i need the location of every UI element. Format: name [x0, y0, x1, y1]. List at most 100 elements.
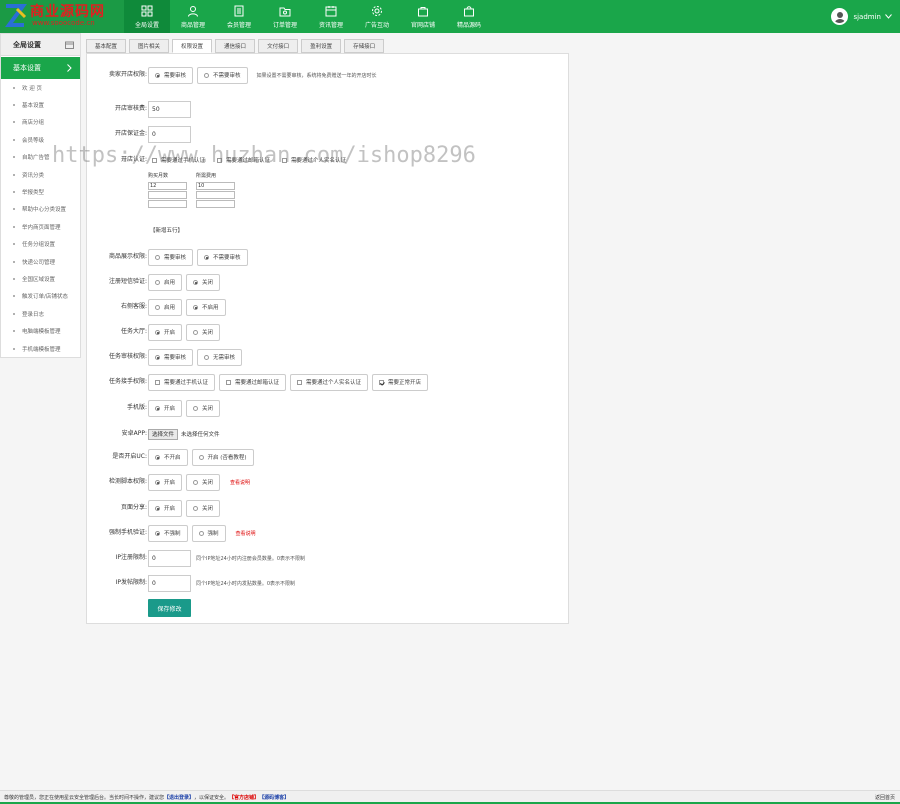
radio-close[interactable]: 关闭 [186, 399, 221, 417]
choose-file-button[interactable]: 选择文件 [148, 428, 179, 440]
sidebar-item[interactable]: 自助广告管 [1, 149, 80, 166]
calendar-icon [325, 5, 337, 16]
radio-no-audit[interactable]: 不需要审核 [197, 248, 248, 266]
ip-post-input[interactable]: 0 [148, 574, 191, 592]
radio-not-force[interactable]: 不强制 [148, 524, 188, 542]
radio-need-audit[interactable]: 需要审核 [148, 248, 194, 266]
document-icon [234, 5, 244, 16]
tab[interactable]: 存储接口 [344, 39, 385, 53]
radio-open[interactable]: 开启 [148, 323, 183, 341]
sidebar-item[interactable]: 欢 迎 页 [1, 79, 80, 96]
nav-label: 精品源码 [456, 21, 481, 29]
tab[interactable]: 文付接口 [258, 39, 299, 53]
help-link[interactable]: 查看说明 [230, 479, 250, 486]
deposit-input[interactable]: 0 [148, 125, 191, 143]
option-label: 需要审核 [164, 355, 187, 361]
months-input[interactable]: 12 [148, 182, 187, 190]
checkbox-realname-verify[interactable]: 需要通过个人实名认证 [278, 151, 351, 169]
nav-official-shop[interactable]: 官网店铺 [400, 0, 446, 33]
tab[interactable]: 权限设置 [172, 39, 213, 53]
calendar-icon[interactable] [65, 41, 74, 49]
tab[interactable]: 基本配置 [86, 39, 127, 53]
fee-input[interactable]: 10 [196, 182, 235, 190]
sidebar-item[interactable]: 资讯分类 [1, 166, 80, 183]
option-label: 需要正常开店 [388, 380, 422, 386]
nav-orders[interactable]: 订单管理 [262, 0, 308, 33]
tab[interactable]: 图片相关 [129, 39, 170, 53]
nav-ads[interactable]: 广告互动 [354, 0, 400, 33]
blog-link[interactable]: 【源码博客】 [259, 794, 289, 801]
audit-fee-input[interactable]: 50 [148, 100, 191, 118]
radio-enable[interactable]: 开启 (否看教程) [191, 448, 254, 466]
nav-news[interactable]: 资讯管理 [308, 0, 354, 33]
help-link[interactable]: 查看说明 [236, 530, 256, 537]
back-home-link[interactable]: 返回首页 [875, 794, 895, 801]
save-button[interactable]: 保存修改 [148, 599, 191, 617]
sidebar-item[interactable]: 全国区域设置 [1, 270, 80, 287]
sidebar-item-label: 会员等级 [22, 137, 45, 144]
sidebar-item[interactable]: 手机端模板管理 [1, 340, 80, 357]
sidebar-item-label: 全国区域设置 [22, 276, 56, 283]
sidebar-item[interactable]: 任务分组设置 [1, 236, 80, 253]
official-shop-link[interactable]: 【官方店铺】 [229, 794, 259, 801]
sidebar-item[interactable]: 商店分组 [1, 114, 80, 131]
checkbox-email-verify[interactable]: 需要通过邮箱认证 [219, 373, 287, 391]
checkbox-email-verify[interactable]: 需要通过邮箱认证 [213, 151, 275, 169]
sidebar-item[interactable]: 电脑端模板管理 [1, 322, 80, 339]
sidebar-item[interactable]: 帮助中心分类设置 [1, 201, 80, 218]
field-label: 商品展示权限: [108, 253, 147, 260]
tab[interactable]: 盈利设置 [301, 39, 342, 53]
sidebar-group-basic[interactable]: 基本设置 [1, 57, 80, 79]
radio-close[interactable]: 关闭 [186, 473, 221, 491]
radio-no-audit[interactable]: 不需要审核 [197, 66, 248, 84]
radio-no-audit[interactable]: 无需审核 [197, 348, 243, 366]
sidebar-item[interactable]: 触发订单/店铺状态 [1, 288, 80, 305]
fee-input[interactable] [196, 200, 235, 208]
bullet-icon [13, 104, 15, 107]
sidebar-item-label: 自助广告管 [22, 155, 50, 162]
radio-disable[interactable]: 不启用 [186, 298, 226, 316]
nav-global-settings[interactable]: 全局设置 [124, 0, 170, 33]
option-label: 不需要审核 [213, 73, 241, 79]
logout-link[interactable]: 【退出登录】 [164, 794, 194, 801]
radio-open[interactable]: 开启 [148, 399, 183, 417]
radio-enable[interactable]: 启用 [148, 298, 183, 316]
radio-close[interactable]: 关闭 [186, 499, 221, 517]
months-input[interactable] [148, 191, 187, 199]
radio-disable[interactable]: 关闭 [186, 273, 221, 291]
sidebar-item-label: 触发订单/店铺状态 [22, 294, 68, 301]
nav-goods[interactable]: 商品管理 [170, 0, 216, 33]
checkbox-mobile-verify[interactable]: 需要通过手机认证 [148, 151, 210, 169]
nav-source-code[interactable]: 精品源码 [446, 0, 492, 33]
radio-need-audit[interactable]: 需要审核 [148, 66, 194, 84]
radio-enable[interactable]: 启用 [148, 273, 183, 291]
sidebar-item[interactable]: 基本设置 [1, 96, 80, 113]
radio-open[interactable]: 开启 [148, 499, 183, 517]
sidebar-item[interactable]: 登录日志 [1, 305, 80, 322]
sidebar-item[interactable]: 快递公司管理 [1, 253, 80, 270]
radio-dot [198, 454, 204, 460]
checkbox-mobile-verify[interactable]: 需要通过手机认证 [148, 373, 216, 391]
checkbox-normal-shop[interactable]: 需要正常开店 [372, 373, 429, 391]
radio-force[interactable]: 强制 [191, 524, 226, 542]
add-rows-link[interactable]: 【新增五行】 [150, 226, 183, 234]
sidebar-item[interactable]: 举报类型 [1, 183, 80, 200]
user-menu[interactable]: sjadmin [831, 8, 892, 25]
tab[interactable]: 通信接口 [215, 39, 256, 53]
radio-dot [193, 405, 199, 411]
nav-members[interactable]: 会员管理 [216, 0, 262, 33]
radio-need-audit[interactable]: 需要审核 [148, 348, 194, 366]
sidebar-item[interactable]: 举内商页面管理 [1, 218, 80, 235]
sidebar-item[interactable]: 会员等级 [1, 131, 80, 148]
checkbox-realname-verify[interactable]: 需要通过个人实名认证 [290, 373, 369, 391]
row-right-click: 右侧客服: 启用 不启用 [87, 298, 567, 316]
field-label: 卖家开店权限: [108, 71, 147, 78]
field-label: 开店认证: [120, 156, 147, 163]
radio-close[interactable]: 关闭 [186, 323, 221, 341]
radio-disable[interactable]: 不开启 [148, 448, 188, 466]
fee-input[interactable] [196, 191, 235, 199]
radio-open[interactable]: 开启 [148, 473, 183, 491]
ip-reg-input[interactable]: 0 [148, 549, 191, 567]
months-input[interactable] [148, 200, 187, 208]
brand-logo[interactable]: 商业源码网 www.sooocode.cn [0, 0, 124, 33]
